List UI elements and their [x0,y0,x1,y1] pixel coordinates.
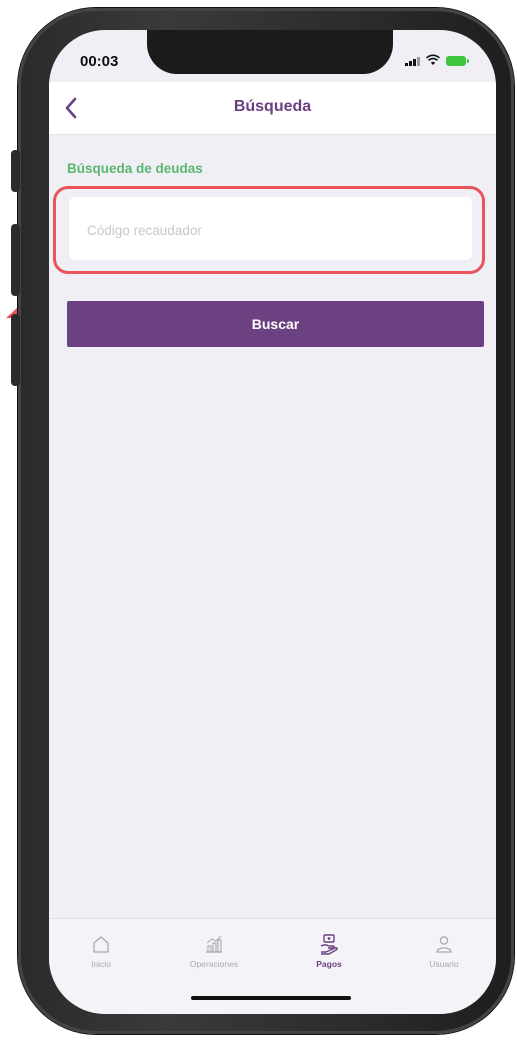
tab-usuario[interactable]: Usuario [394,933,494,969]
tab-label: Pagos [316,959,342,969]
wifi-icon [426,54,440,65]
phone-volume-up [11,224,20,296]
phone-screen: 00:03 Búsqueda Búsqueda de deudas Buscar… [49,30,496,1014]
phone-silent-switch [11,150,20,192]
tab-operaciones[interactable]: Operaciones [164,933,264,969]
navigation-bar: Búsqueda [49,82,496,135]
home-icon [93,936,109,953]
battery-charging-icon [446,56,469,66]
notch [147,30,393,74]
tab-label: Inicio [91,959,111,969]
input-highlight-frame [53,186,485,274]
home-indicator [191,996,351,1000]
tab-inicio[interactable]: Inicio [51,933,151,969]
phone-volume-down [11,314,20,386]
tab-label: Operaciones [189,959,239,969]
page-title: Búsqueda [233,98,312,115]
section-title: Búsqueda de deudas [67,161,203,176]
signal-icon [405,57,420,66]
payment-icon [320,934,338,955]
status-time: 00:03 [80,53,119,70]
user-icon [436,936,452,953]
tab-label: Usuario [429,959,459,969]
chart-icon [206,935,222,953]
search-button[interactable]: Buscar [67,301,484,347]
tab-pagos[interactable]: Pagos [279,933,379,969]
status-icons [405,54,469,66]
